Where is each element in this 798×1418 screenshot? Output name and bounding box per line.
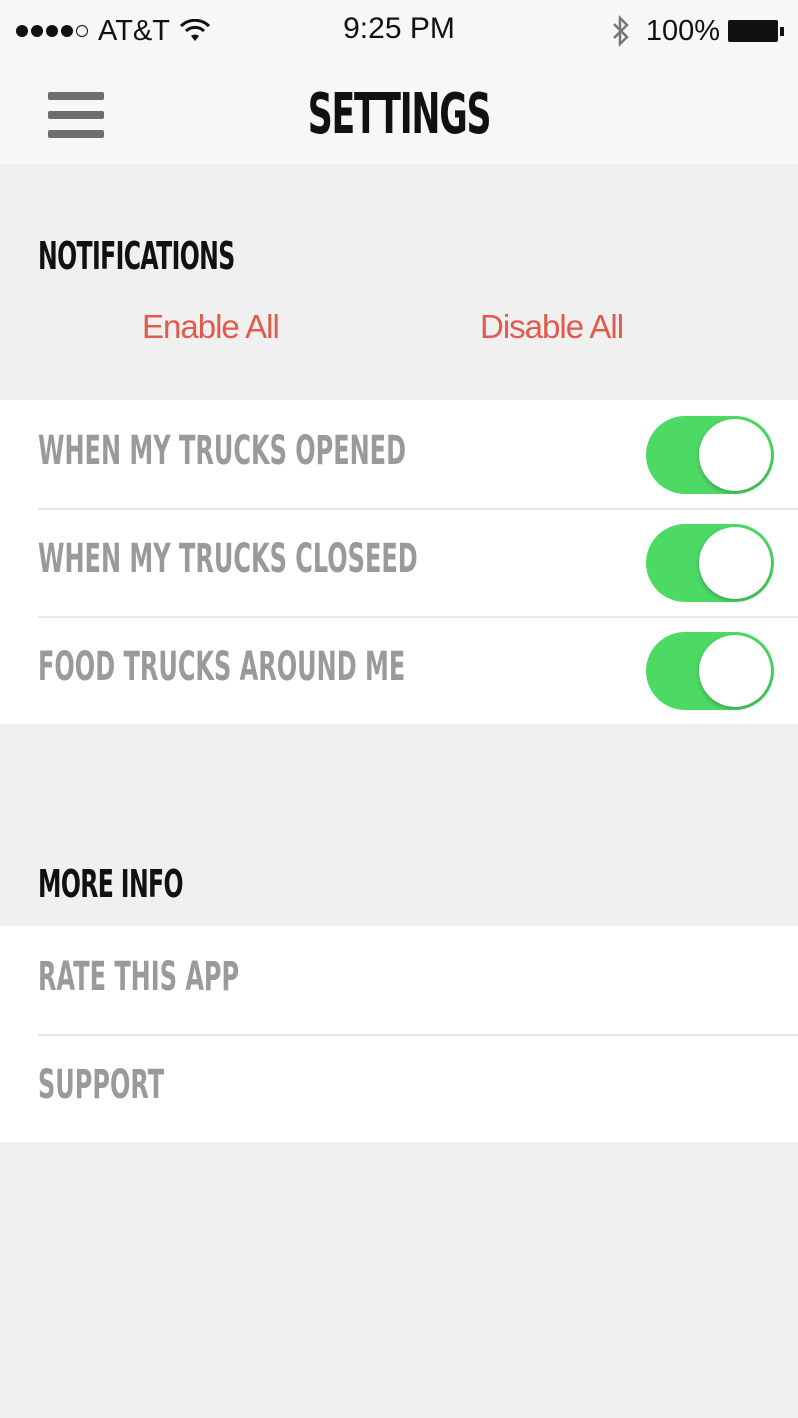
list-item-label: WHEN MY TRUCKS OPENED [38,428,406,474]
settings-screen: AT&T 9:25 PM 100% SETTINGS NOTIFICATIONS… [0,0,798,1418]
list-item-trucks-opened: WHEN MY TRUCKS OPENED [0,400,798,508]
battery-percentage: 100% [645,14,720,47]
list-item-label: SUPPORT [38,1062,165,1108]
trucks-around-me-toggle[interactable] [646,632,774,710]
status-right: 100% [610,14,784,48]
list-item-trucks-closed: WHEN MY TRUCKS CLOSEED [0,508,798,616]
list-item-trucks-around-me: FOOD TRUCKS AROUND ME [0,616,798,724]
hamburger-menu-icon[interactable] [48,92,104,138]
trucks-closed-toggle[interactable] [646,524,774,602]
more-info-header: MORE INFO [38,862,184,906]
more-info-list: RATE THIS APP SUPPORT [0,926,798,1142]
battery-icon [728,20,784,42]
trucks-opened-toggle[interactable] [646,416,774,494]
status-bar: AT&T 9:25 PM 100% [0,0,798,62]
page-title: SETTINGS [307,82,492,147]
support-item[interactable]: SUPPORT [0,1034,798,1142]
bluetooth-icon [612,15,629,47]
list-item-label: FOOD TRUCKS AROUND ME [38,644,406,690]
enable-all-button[interactable]: Enable All [142,308,280,346]
rate-app-item[interactable]: RATE THIS APP [0,926,798,1034]
notifications-list: WHEN MY TRUCKS OPENED WHEN MY TRUCKS CLO… [0,400,798,724]
list-item-label: WHEN MY TRUCKS CLOSEED [38,536,418,582]
navigation-bar: SETTINGS [0,62,798,164]
list-item-label: RATE THIS APP [38,954,240,1000]
disable-all-button[interactable]: Disable All [480,308,624,346]
notifications-header: NOTIFICATIONS [38,234,235,278]
bulk-toggle-links: Enable All Disable All [0,308,798,358]
